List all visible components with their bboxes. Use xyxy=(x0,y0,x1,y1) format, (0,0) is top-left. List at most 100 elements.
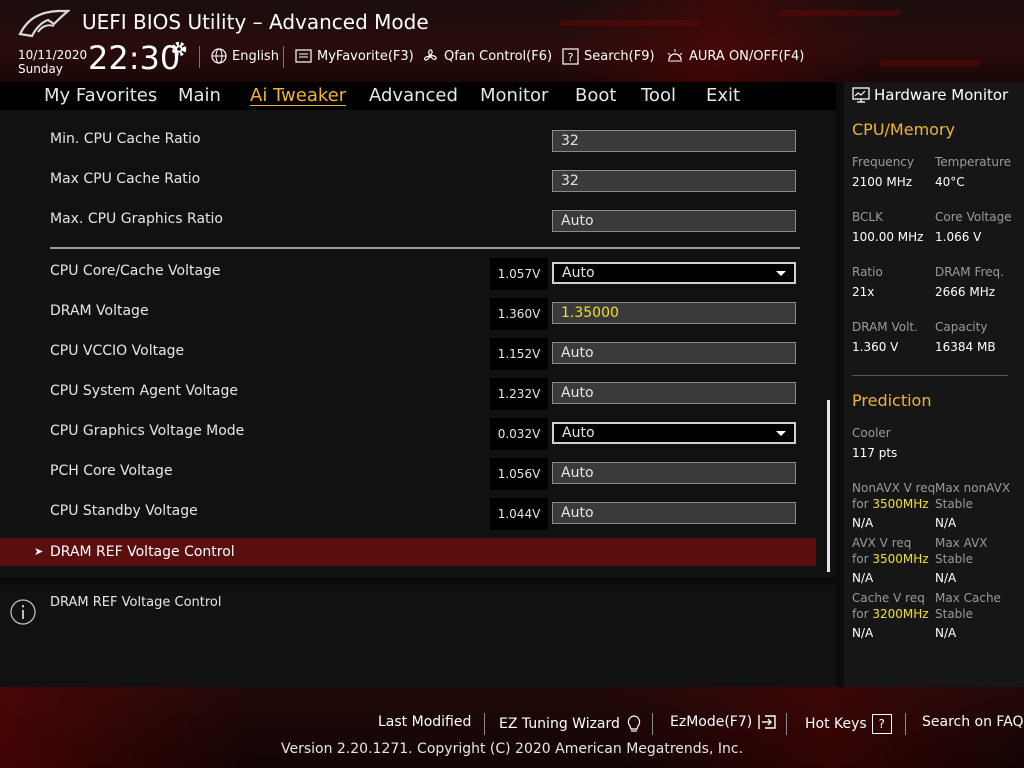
cpu-vccio-voltage-input[interactable]: Auto xyxy=(552,342,796,364)
app-title: UEFI BIOS Utility – Advanced Mode xyxy=(82,10,429,34)
avx-req-value: N/A xyxy=(852,571,874,585)
max-nonavx-value: N/A xyxy=(935,516,957,530)
scrollbar[interactable] xyxy=(827,400,830,572)
aura-toggle-button[interactable]: AURA ON/OFF(F4) xyxy=(666,46,804,66)
svg-text:?: ? xyxy=(568,51,574,64)
setting-label: PCH Core Voltage xyxy=(50,463,173,479)
max-nonavx-label: Max nonAVX Stable xyxy=(935,480,1010,512)
dram-freq-label: DRAM Freq. xyxy=(935,265,1004,279)
header-decoration xyxy=(777,10,903,16)
for-label: for xyxy=(852,552,869,566)
tab-exit[interactable]: Exit xyxy=(706,85,740,106)
setting-label: CPU Standby Voltage xyxy=(50,503,198,519)
last-modified-button[interactable]: Last Modified xyxy=(378,714,471,730)
ratio-label: Ratio xyxy=(852,265,883,279)
tab-monitor[interactable]: Monitor xyxy=(480,85,548,106)
search-help-icon: ? xyxy=(562,47,579,65)
search-button[interactable]: ? Search(F9) xyxy=(562,46,655,66)
voltage-reading: 1.360V xyxy=(490,298,548,330)
tab-my-favorites[interactable]: My Favorites xyxy=(44,85,157,106)
cpu-standby-voltage-input[interactable]: Auto xyxy=(552,502,796,524)
date-text: 10/11/2020 xyxy=(18,48,88,62)
prediction-heading: Prediction xyxy=(852,391,932,410)
search-faq-button[interactable]: Search on FAQ xyxy=(922,714,1024,730)
core-voltage-value: 1.066 V xyxy=(935,230,982,244)
setting-label: Max. CPU Graphics Ratio xyxy=(50,211,223,227)
help-panel: DRAM REF Voltage Control xyxy=(0,585,836,687)
cooler-value: 117 pts xyxy=(852,446,898,460)
fan-icon xyxy=(423,49,437,61)
language-button[interactable]: English xyxy=(211,46,279,66)
nonavx-req-label: NonAVX V req for 3500MHz xyxy=(852,480,935,512)
voltage-reading: 1.152V xyxy=(490,338,548,370)
cache-freq: 3200MHz xyxy=(872,607,929,621)
min-cpu-cache-ratio-input[interactable]: 32 xyxy=(552,130,796,152)
capacity-value: 16384 MB xyxy=(935,340,996,354)
avx-req-label: AVX V req for 3500MHz xyxy=(852,535,929,567)
stable-label: Stable xyxy=(935,607,974,621)
voltage-reading: 1.056V xyxy=(490,458,548,490)
copyright-text: Version 2.20.1271. Copyright (C) 2020 Am… xyxy=(280,741,744,757)
tab-advanced[interactable]: Advanced xyxy=(369,85,458,106)
header-decoration xyxy=(557,20,703,26)
ez-tuning-label: EZ Tuning Wizard xyxy=(499,716,620,732)
for-label: for xyxy=(852,497,869,511)
voltage-reading: 1.057V xyxy=(490,258,548,290)
nonavx-freq: 3500MHz xyxy=(872,497,929,511)
aura-label: AURA ON/OFF(F4) xyxy=(689,48,805,64)
myfavorite-button[interactable]: MyFavorite(F3) xyxy=(295,46,414,66)
hot-keys-button[interactable]: Hot Keys ? xyxy=(805,714,892,734)
header-decoration xyxy=(877,60,983,66)
nonavx-req-title: NonAVX V req xyxy=(852,481,936,495)
footer-divider xyxy=(484,713,485,735)
avx-req-title: AVX V req xyxy=(852,536,912,550)
voltage-reading: 1.232V xyxy=(490,378,548,410)
dram-freq-value: 2666 MHz xyxy=(935,285,996,299)
tab-main[interactable]: Main xyxy=(178,85,221,106)
max-avx-value: N/A xyxy=(935,571,957,585)
max-cache-label: Max Cache Stable xyxy=(935,590,1001,622)
tab-boot[interactable]: Boot xyxy=(575,85,616,106)
hot-keys-label: Hot Keys xyxy=(805,716,867,732)
max-cache-title: Max Cache xyxy=(935,591,1001,605)
ratio-value: 21x xyxy=(852,285,875,299)
max-cpu-cache-ratio-input[interactable]: 32 xyxy=(552,170,796,192)
tab-ai-tweaker[interactable]: Ai Tweaker xyxy=(250,85,346,106)
setting-label: DRAM Voltage xyxy=(50,303,149,319)
exit-to-ezmode-icon xyxy=(758,715,776,729)
dram-voltage-input[interactable]: 1.35000 xyxy=(552,302,796,324)
section-divider xyxy=(50,247,800,249)
lightbulb-icon xyxy=(627,715,641,732)
qfan-control-button[interactable]: Qfan Control(F6) xyxy=(421,46,552,66)
help-description: DRAM REF Voltage Control xyxy=(50,595,222,610)
cache-req-freq-line: for 3200MHz xyxy=(852,606,929,622)
avx-req-freq-line: for 3500MHz xyxy=(852,551,929,567)
cpu-system-agent-voltage-input[interactable]: Auto xyxy=(552,382,796,404)
max-cpu-graphics-ratio-input[interactable]: Auto xyxy=(552,210,796,232)
date-display: 10/11/2020 Sunday xyxy=(18,48,87,76)
cpu-graphics-voltage-mode-select[interactable]: Auto xyxy=(552,422,796,444)
hardware-monitor-title-text: Hardware Monitor xyxy=(874,86,1009,104)
frequency-value: 2100 MHz xyxy=(852,175,913,189)
setting-label: Max CPU Cache Ratio xyxy=(50,171,201,187)
tab-tool[interactable]: Tool xyxy=(641,85,676,106)
voltage-reading: 1.044V xyxy=(490,498,548,530)
dram-ref-voltage-control-submenu[interactable]: ➤ DRAM REF Voltage Control xyxy=(0,538,816,566)
dropdown-arrow-icon xyxy=(776,271,786,276)
cache-req-title: Cache V req xyxy=(852,591,925,605)
submenu-label: DRAM REF Voltage Control xyxy=(50,544,235,560)
cooler-label: Cooler xyxy=(852,426,891,440)
dram-volt-label: DRAM Volt. xyxy=(852,320,918,334)
frequency-label: Frequency xyxy=(852,155,914,169)
for-label: for xyxy=(852,607,869,621)
pch-core-voltage-input[interactable]: Auto xyxy=(552,462,796,484)
cpu-core-cache-voltage-select[interactable]: Auto xyxy=(552,262,796,284)
ezmode-button[interactable]: EzMode(F7) xyxy=(670,714,777,730)
footer-divider xyxy=(786,713,787,735)
toolbar-divider xyxy=(199,46,200,68)
hardware-monitor-panel: Hardware Monitor CPU/Memory Frequency 21… xyxy=(844,82,1024,687)
setting-label: Min. CPU Cache Ratio xyxy=(50,131,201,147)
footer-divider xyxy=(652,713,653,735)
ez-tuning-wizard-button[interactable]: EZ Tuning Wizard xyxy=(499,714,643,734)
gear-icon[interactable] xyxy=(170,40,188,58)
